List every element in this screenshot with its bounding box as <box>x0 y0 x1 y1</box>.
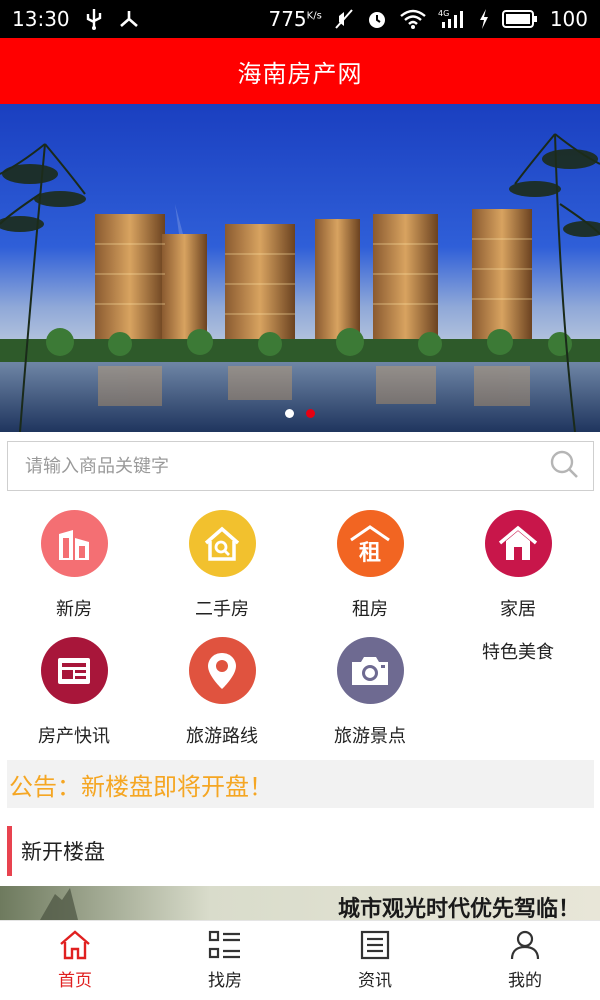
category-travel-route[interactable]: 旅游路线 <box>148 637 296 748</box>
battery-level: 100 <box>549 7 588 31</box>
signal-4g-icon: 4G <box>438 7 466 31</box>
user-icon <box>510 930 540 960</box>
svg-text:租: 租 <box>359 541 381 564</box>
category-label: 旅游路线 <box>186 726 258 747</box>
home-nav-icon <box>60 930 90 960</box>
house-search-icon <box>188 510 256 577</box>
category-scenic-spot[interactable]: 旅游景点 <box>296 637 444 748</box>
nav-profile[interactable]: 我的 <box>450 921 600 1000</box>
app-header: 海南房产网 <box>0 38 600 104</box>
news-icon <box>360 930 390 960</box>
muted-icon <box>334 7 354 31</box>
alarm-icon <box>366 7 388 31</box>
search-bar[interactable] <box>7 441 594 491</box>
carousel-dot-active[interactable] <box>306 409 315 418</box>
category-new-house[interactable]: 新房 <box>0 510 148 621</box>
promo-text: 城市观光时代优先驾临！ <box>338 896 580 920</box>
category-label: 旅游景点 <box>334 726 406 747</box>
usb-icon <box>84 7 104 31</box>
banner-image <box>0 104 600 432</box>
category-label-food[interactable]: 特色美食 <box>482 638 554 664</box>
share-icon <box>118 7 140 31</box>
search-input[interactable] <box>25 455 549 477</box>
net-speed: 775K/s <box>268 7 322 31</box>
category-label: 房产快讯 <box>38 726 110 747</box>
location-pin-icon <box>188 637 256 704</box>
nav-home[interactable]: 首页 <box>0 921 150 1000</box>
nav-find-house[interactable]: 找房 <box>150 921 300 1000</box>
section-header: 新开楼盘 <box>7 826 105 876</box>
list-grid-icon <box>208 930 240 959</box>
nav-label: 我的 <box>508 971 542 991</box>
category-rent[interactable]: 租 租房 <box>296 510 444 621</box>
category-label: 家居 <box>500 599 536 620</box>
nav-label: 资讯 <box>358 971 392 991</box>
category-news[interactable]: 房产快讯 <box>0 637 148 748</box>
nav-label: 首页 <box>58 971 92 991</box>
section-accent-bar <box>7 826 12 876</box>
category-second-hand[interactable]: 二手房 <box>148 510 296 621</box>
banner-carousel[interactable] <box>0 104 600 432</box>
category-label: 二手房 <box>195 599 249 620</box>
page-title: 海南房产网 <box>237 59 363 88</box>
promo-banner[interactable]: 城市观光时代优先驾临！ <box>0 886 600 920</box>
category-label: 新房 <box>56 599 92 620</box>
building-icon <box>40 510 108 577</box>
charging-icon <box>478 7 490 31</box>
status-time: 13:30 <box>12 7 70 31</box>
notice-bar[interactable]: 公告：新楼盘即将开盘！ <box>7 760 594 808</box>
nav-label: 找房 <box>208 971 242 991</box>
carousel-dots <box>0 409 600 418</box>
svg-text:4G: 4G <box>438 9 449 18</box>
home-icon <box>484 510 552 577</box>
category-label: 租房 <box>352 599 388 620</box>
newspaper-icon <box>40 637 108 704</box>
nav-news[interactable]: 资讯 <box>300 921 450 1000</box>
bottom-nav: 首页 找房 资讯 我的 <box>0 920 600 1000</box>
search-icon[interactable] <box>549 449 579 483</box>
battery-icon <box>501 7 538 31</box>
notice-text: 公告：新楼盘即将开盘！ <box>9 772 273 801</box>
rent-house-icon: 租 <box>336 510 404 577</box>
wifi-icon <box>400 7 426 31</box>
category-home[interactable]: 家居 特色美食 <box>444 510 592 664</box>
carousel-dot[interactable] <box>285 409 294 418</box>
camera-icon <box>336 637 404 704</box>
status-bar: 13:30 775K/s 4G 100 <box>0 0 600 38</box>
section-title: 新开楼盘 <box>21 840 105 864</box>
